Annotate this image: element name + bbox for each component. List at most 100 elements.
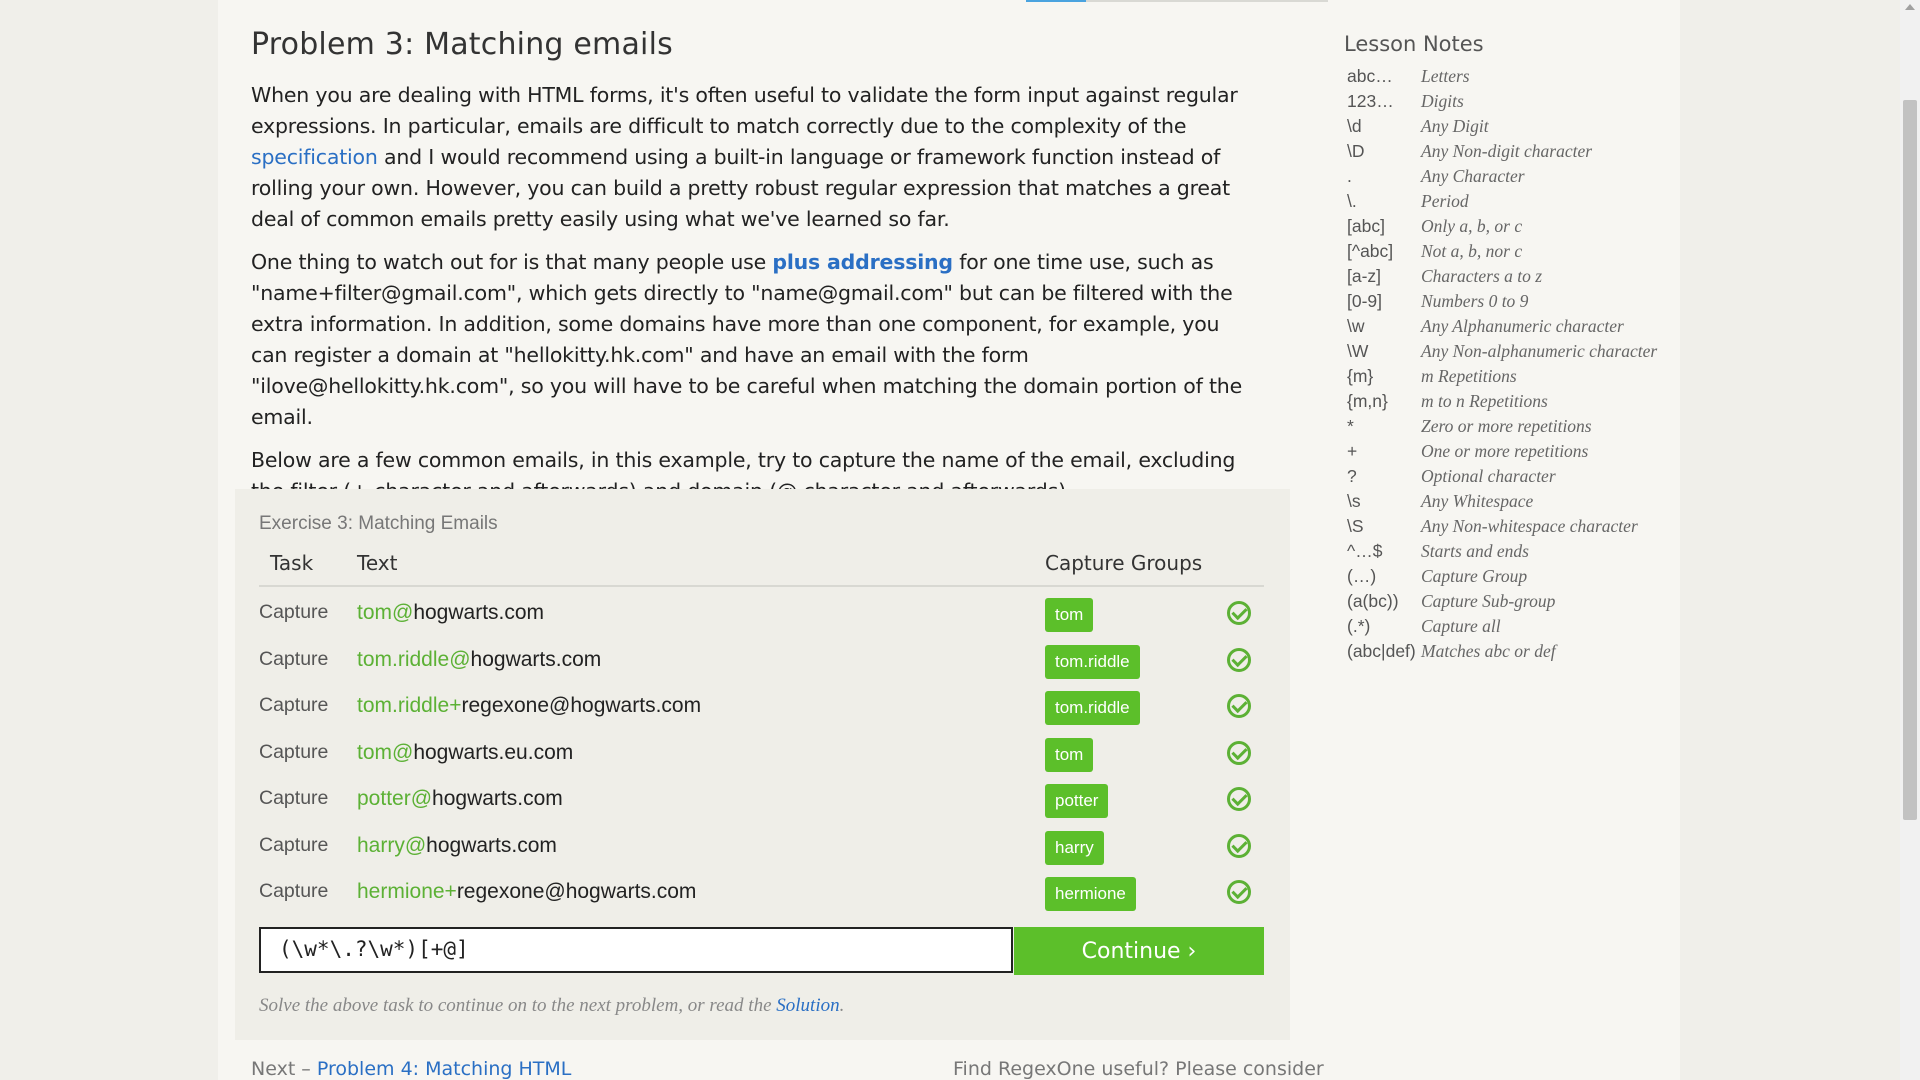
note-row: [a-z] Characters a to z xyxy=(1344,266,1684,291)
note-row: \s Any Whitespace xyxy=(1344,491,1684,516)
row-matched: tom.riddle+ xyxy=(357,694,462,717)
note-key: \w xyxy=(1347,316,1365,336)
note-value: Any Whitespace xyxy=(1421,491,1534,511)
note-row: [^abc] Not a, b, nor c xyxy=(1344,241,1684,266)
note-row: abc… Letters xyxy=(1344,66,1684,91)
exercise-row: Capture tom@hogwarts.com tom xyxy=(259,595,1264,641)
note-row: \. Period xyxy=(1344,191,1684,216)
row-rest: hogwarts.com xyxy=(413,601,545,624)
note-key: 123… xyxy=(1347,91,1394,111)
note-row: \W Any Non-alphanumeric character xyxy=(1344,341,1684,366)
success-check-icon xyxy=(1227,880,1251,904)
success-check-icon xyxy=(1227,741,1251,765)
note-value: Period xyxy=(1421,191,1469,211)
note-value: Letters xyxy=(1421,66,1470,86)
note-row: ? Optional character xyxy=(1344,466,1684,491)
note-row: \S Any Non-whitespace character xyxy=(1344,516,1684,541)
capture-group-badge: tom.riddle xyxy=(1045,645,1140,679)
scrollbar[interactable] xyxy=(1900,0,1920,1080)
success-check-icon xyxy=(1227,787,1251,811)
exercise-row: Capture tom.riddle+regexone@hogwarts.com… xyxy=(259,688,1264,734)
note-row: \d Any Digit xyxy=(1344,116,1684,141)
note-row: + One or more repetitions xyxy=(1344,441,1684,466)
row-task: Capture xyxy=(259,741,329,763)
note-value: Any Non-digit character xyxy=(1421,141,1593,161)
hint-text-b: . xyxy=(839,995,845,1016)
note-value: One or more repetitions xyxy=(1421,441,1589,461)
note-key: {m} xyxy=(1347,366,1374,386)
problem-content: Problem 3: Matching emails When you are … xyxy=(251,22,1257,507)
scrollbar-thumb[interactable] xyxy=(1903,100,1917,820)
note-value: Any Non-alphanumeric character xyxy=(1421,341,1658,361)
note-value: Any Digit xyxy=(1421,116,1489,136)
plus-text-a: One thing to watch out for is that many … xyxy=(251,250,773,274)
note-value: Any Non-whitespace character xyxy=(1421,516,1638,536)
note-key: \s xyxy=(1347,491,1361,511)
row-text: tom@hogwarts.com xyxy=(357,601,544,625)
exercise-row: Capture potter@hogwarts.com potter xyxy=(259,781,1264,827)
top-tab-strip xyxy=(1026,0,1328,2)
note-row: . Any Character xyxy=(1344,166,1684,191)
regex-input[interactable]: (\w*\.?\w*)[+@] xyxy=(259,927,1013,973)
exercise-row: Capture tom@hogwarts.eu.com tom xyxy=(259,735,1264,781)
note-value: m to n Repetitions xyxy=(1421,391,1548,411)
lesson-notes-title: Lesson Notes xyxy=(1344,32,1484,56)
solution-link[interactable]: Solution xyxy=(776,995,839,1016)
plus-addressing-paragraph: One thing to watch out for is that many … xyxy=(251,247,1257,433)
next-problem-link[interactable]: Problem 4: Matching HTML xyxy=(317,1058,572,1080)
row-matched: tom@ xyxy=(357,741,414,764)
note-key: + xyxy=(1347,441,1358,461)
note-key: . xyxy=(1347,166,1352,186)
row-text: tom.riddle@hogwarts.com xyxy=(357,648,601,672)
note-row: (.*) Capture all xyxy=(1344,616,1684,641)
row-text: potter@hogwarts.com xyxy=(357,787,563,811)
note-row: [abc] Only a, b, or c xyxy=(1344,216,1684,241)
note-key: abc… xyxy=(1347,66,1393,86)
intro-text-b: and I would recommend using a built-in l… xyxy=(251,145,1230,231)
note-row: (…) Capture Group xyxy=(1344,566,1684,591)
row-task: Capture xyxy=(259,787,329,809)
row-task: Capture xyxy=(259,648,329,670)
exercise-row: Capture harry@hogwarts.com harry xyxy=(259,828,1264,874)
exercise-row: Capture tom.riddle@hogwarts.com tom.ridd… xyxy=(259,642,1264,688)
note-value: Capture Group xyxy=(1421,566,1528,586)
note-row: \w Any Alphanumeric character xyxy=(1344,316,1684,341)
note-value: Zero or more repetitions xyxy=(1421,416,1592,436)
capture-group-badge: hermione xyxy=(1045,877,1136,911)
header-task: Task xyxy=(270,551,314,575)
note-key: (a(bc)) xyxy=(1347,591,1399,611)
row-rest: regexone@hogwarts.com xyxy=(461,694,702,717)
note-value: Any Character xyxy=(1421,166,1525,186)
note-row: * Zero or more repetitions xyxy=(1344,416,1684,441)
capture-group-badge: tom xyxy=(1045,738,1094,772)
exercise-title: Exercise 3: Matching Emails xyxy=(259,513,498,534)
note-value: Characters a to z xyxy=(1421,266,1543,286)
note-key: [abc] xyxy=(1347,216,1385,236)
exercise-row: Capture hermione+regexone@hogwarts.com h… xyxy=(259,874,1264,920)
exercise-panel: Exercise 3: Matching Emails Task Text Ca… xyxy=(235,489,1290,1040)
note-value: Capture all xyxy=(1421,616,1501,636)
scroll-up-arrow-icon[interactable] xyxy=(1905,4,1915,10)
row-text: harry@hogwarts.com xyxy=(357,834,557,858)
plus-addressing-link[interactable]: plus addressing xyxy=(772,250,953,274)
row-rest: hogwarts.com xyxy=(432,787,563,810)
success-check-icon xyxy=(1227,834,1251,858)
note-row: 123… Digits xyxy=(1344,91,1684,116)
row-task: Capture xyxy=(259,601,329,623)
intro-text-a: When you are dealing with HTML forms, it… xyxy=(251,83,1238,138)
note-value: Digits xyxy=(1421,91,1464,111)
note-key: \. xyxy=(1347,191,1357,211)
row-text: hermione+regexone@hogwarts.com xyxy=(357,880,696,904)
note-value: Any Alphanumeric character xyxy=(1421,316,1624,336)
note-key: \S xyxy=(1347,516,1364,536)
continue-button[interactable]: Continue › xyxy=(1014,927,1264,975)
note-key: \W xyxy=(1347,341,1369,361)
note-value: Only a, b, or c xyxy=(1421,216,1523,236)
capture-group-badge: tom xyxy=(1045,598,1094,632)
specification-link[interactable]: specification xyxy=(251,145,378,169)
note-value: Optional character xyxy=(1421,466,1556,486)
note-row: {m} m Repetitions xyxy=(1344,366,1684,391)
note-key: \D xyxy=(1347,141,1365,161)
note-row: \D Any Non-digit character xyxy=(1344,141,1684,166)
success-check-icon xyxy=(1227,648,1251,672)
